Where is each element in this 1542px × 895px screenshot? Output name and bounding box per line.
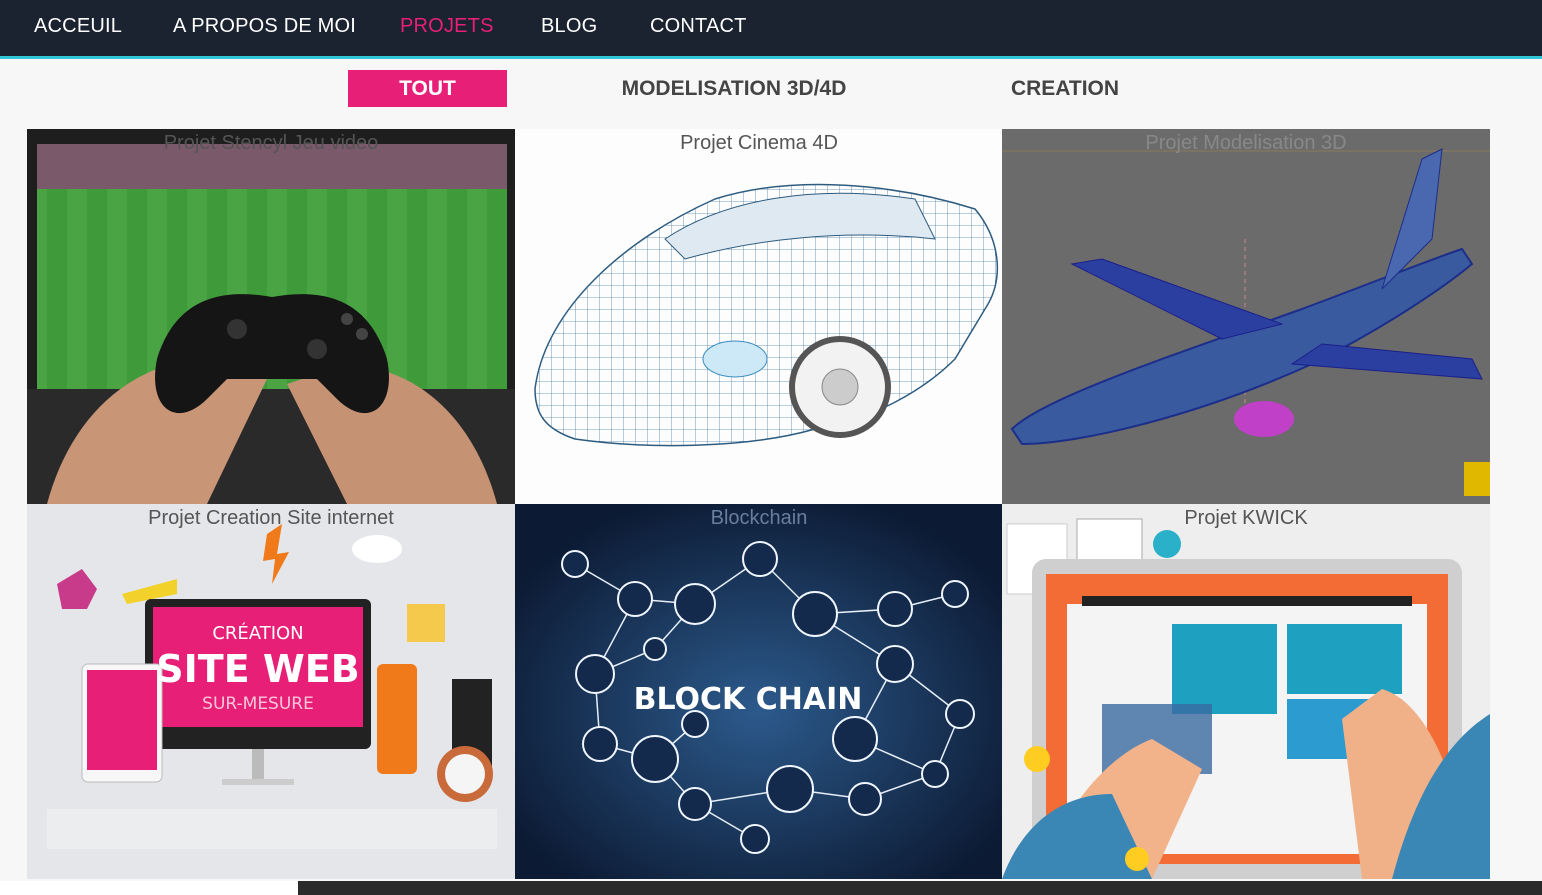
project-caption: Projet Stencyl Jeu video xyxy=(163,132,379,154)
filter-modelisation-button[interactable]: MODELISATION 3D/4D xyxy=(604,70,864,107)
artwork-text: SUR-MESURE xyxy=(202,694,314,714)
filter-creation-button[interactable]: CREATION xyxy=(995,70,1135,107)
filter-tout-button[interactable]: TOUT xyxy=(348,70,507,107)
project-caption: Projet Cinema 4D xyxy=(680,132,838,154)
project-caption: Projet KWICK xyxy=(1184,507,1308,529)
nav-item-projets[interactable]: PROJETS xyxy=(400,15,494,38)
bottom-strip-left xyxy=(0,881,298,895)
project-tile-site-internet[interactable]: CRÉATION SITE WEB SUR-MESURE Projet Crea… xyxy=(27,504,515,879)
artwork-text: SITE WEB xyxy=(156,647,359,691)
web-design-illustration xyxy=(1002,504,1490,879)
nav-item-blog[interactable]: BLOG xyxy=(541,15,597,38)
project-filters: TOUT MODELISATION 3D/4D CREATION xyxy=(0,70,1542,107)
bottom-strip xyxy=(0,881,1542,895)
project-tile-stencyl[interactable]: Projet Stencyl Jeu video xyxy=(27,129,515,504)
project-tile-blockchain[interactable]: BLOCK CHAIN Blockchain xyxy=(515,504,1003,879)
project-tile-cinema4d[interactable]: Projet Cinema 4D xyxy=(515,129,1003,504)
project-tile-kwick[interactable]: Projet KWICK xyxy=(1002,504,1490,879)
project-caption: Blockchain xyxy=(710,507,808,529)
artwork-text: BLOCK CHAIN xyxy=(634,682,863,717)
nav-item-acceuil[interactable]: ACCEUIL xyxy=(34,15,122,38)
nav-item-a-propos[interactable]: A PROPOS DE MOI xyxy=(173,15,356,38)
website-creation-illustration: CRÉATION SITE WEB SUR-MESURE xyxy=(27,504,515,879)
top-navigation: ACCEUIL A PROPOS DE MOI PROJETS BLOG CON… xyxy=(0,0,1542,59)
wireframe-car xyxy=(515,129,1002,504)
artwork-text: CRÉATION xyxy=(212,622,303,644)
wireframe-airplane xyxy=(1002,129,1490,504)
project-grid: Projet Stencyl Jeu video Projet Cinema 4… xyxy=(27,129,1490,881)
game-controller-photo xyxy=(27,129,515,504)
nav-item-contact[interactable]: CONTACT xyxy=(650,15,747,38)
project-caption: Projet Creation Site internet xyxy=(148,507,394,529)
blockchain-network: BLOCK CHAIN xyxy=(515,504,1002,879)
project-tile-modelisation[interactable]: Projet Modelisation 3D xyxy=(1002,129,1490,504)
project-caption: Projet Modelisation 3D xyxy=(1145,132,1347,154)
